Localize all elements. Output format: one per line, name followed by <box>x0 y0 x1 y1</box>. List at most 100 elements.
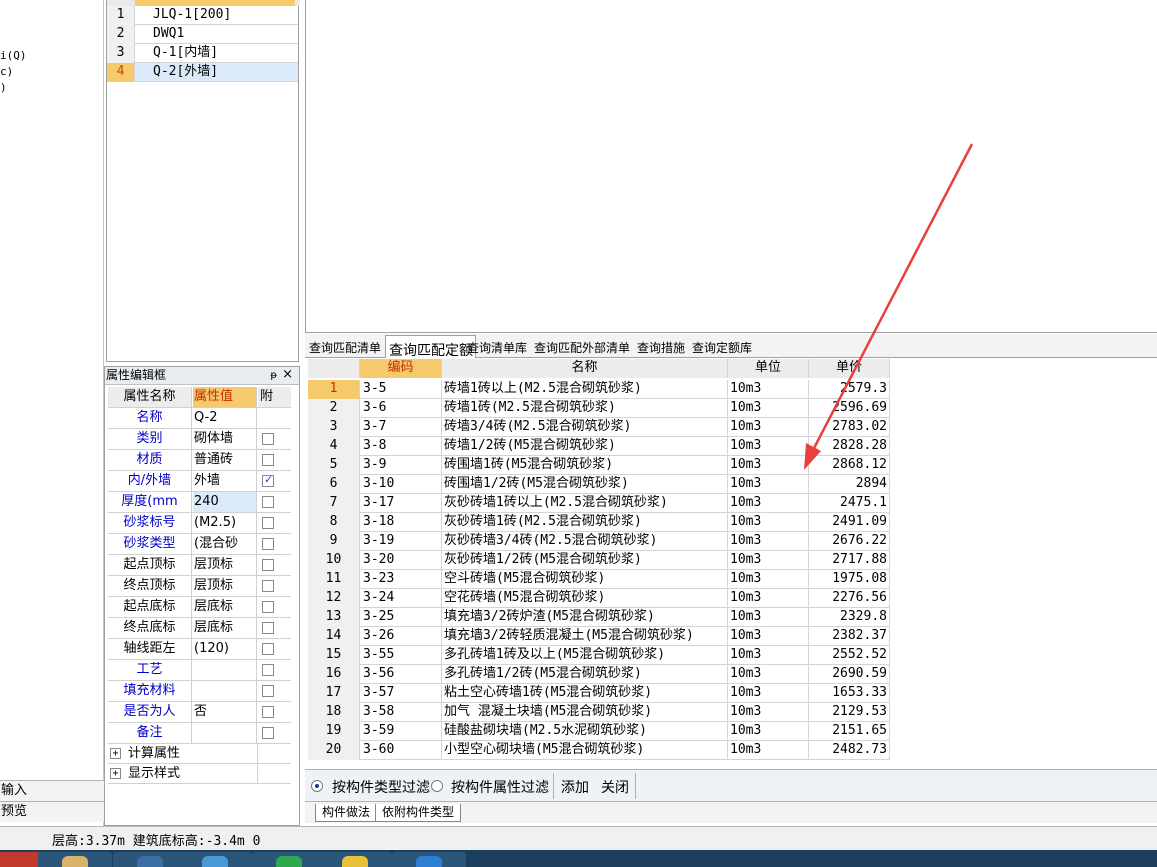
price-column-header[interactable]: 单价 <box>809 359 890 378</box>
property-value-field[interactable]: (混合砂 <box>193 534 257 554</box>
table-row[interactable]: 14 3-26 填充墙3/2砖轻质混凝土(M5混合砌筑砂浆) 10m3 2382.37 <box>308 627 890 646</box>
expand-icon[interactable]: + <box>110 748 121 759</box>
attach-checkbox[interactable] <box>262 664 274 676</box>
property-value-field[interactable]: 层顶标 <box>193 576 257 596</box>
property-row[interactable]: 起点顶标 层顶标 <box>108 555 291 576</box>
drawing-area[interactable] <box>305 0 1157 333</box>
tab-query-quota-library[interactable]: 查询定额库 <box>692 339 752 356</box>
table-row[interactable]: 20 3-60 小型空心砌块墙(M5混合砌筑砂浆) 10m3 2482.73 <box>308 741 890 760</box>
input-row[interactable]: 输入 <box>0 780 104 801</box>
taskbar-app-button[interactable] <box>318 852 392 867</box>
property-value-field[interactable]: Q-2 <box>193 408 257 428</box>
property-row[interactable]: 是否为人否 <box>108 702 291 723</box>
tab-attached-component-type[interactable]: 依附构件类型 <box>375 804 462 822</box>
close-button[interactable]: 关闭 <box>601 777 629 797</box>
property-value-field[interactable]: (120) <box>193 639 257 659</box>
attach-checkbox[interactable] <box>262 538 274 550</box>
table-row[interactable]: 8 3-18 灰砂砖墙1砖(M2.5混合砌筑砂浆) 10m3 2491.09 <box>308 513 890 532</box>
table-row[interactable]: 13 3-25 填充墙3/2砖炉渣(M5混合砌筑砂浆) 10m3 2329.8 <box>308 608 890 627</box>
tab-query-external-bill[interactable]: 查询匹配外部清单 <box>534 339 630 356</box>
name-column-header[interactable]: 名称 <box>442 359 728 378</box>
attach-checkbox[interactable] <box>262 580 274 592</box>
property-row[interactable]: 工艺 <box>108 660 291 681</box>
preview-row[interactable]: 预览 <box>0 801 104 822</box>
filter-by-type-radio[interactable] <box>311 780 323 792</box>
property-value-field[interactable]: 层顶标 <box>193 555 257 575</box>
attach-checkbox[interactable] <box>262 706 274 718</box>
property-row[interactable]: 内/外墙 外墙 <box>108 471 291 492</box>
table-row[interactable]: 18 3-58 加气 混凝土块墙(M5混合砌筑砂浆) 10m3 2129.53 <box>308 703 890 722</box>
filter-by-attribute-radio[interactable] <box>431 780 443 792</box>
property-row[interactable]: 填充材料 <box>108 681 291 702</box>
taskbar-app-button[interactable] <box>392 852 466 867</box>
attach-checkbox[interactable] <box>262 433 274 445</box>
table-row[interactable]: 17 3-57 粘土空心砖墙1砖(M5混合砌筑砂浆) 10m3 1653.33 <box>308 684 890 703</box>
component-list-item[interactable]: 3 Q-1[内墙] <box>107 44 298 63</box>
property-value-field[interactable]: 外墙 <box>193 471 257 491</box>
table-row[interactable]: 15 3-55 多孔砖墙1砖及以上(M5混合砌筑砂浆) 10m3 2552.52 <box>308 646 890 665</box>
close-icon[interactable]: × <box>282 366 293 383</box>
property-value-field[interactable]: 240 <box>193 492 257 512</box>
property-value-field[interactable] <box>193 681 257 701</box>
property-value-field[interactable] <box>193 660 257 680</box>
tab-query-match-bill[interactable]: 查询匹配清单 <box>309 339 381 356</box>
attach-checkbox[interactable] <box>262 727 274 739</box>
property-value-field[interactable]: 砌体墙 <box>193 429 257 449</box>
component-list-item[interactable]: 4 Q-2[外墙] <box>107 63 298 82</box>
property-row[interactable]: 备注 <box>108 723 291 744</box>
property-group-row[interactable]: + 显示样式 <box>108 764 291 784</box>
attach-checkbox[interactable] <box>262 496 274 508</box>
attach-checkbox[interactable] <box>262 517 274 529</box>
property-value-field[interactable]: 层底标 <box>193 618 257 638</box>
table-row[interactable]: 16 3-56 多孔砖墙1/2砖(M5混合砌筑砂浆) 10m3 2690.59 <box>308 665 890 684</box>
table-row[interactable]: 4 3-8 砖墙1/2砖(M5混合砌筑砂浆) 10m3 2828.28 <box>308 437 890 456</box>
property-row[interactable]: 类别 砌体墙 <box>108 429 291 450</box>
attach-checkbox[interactable] <box>262 643 274 655</box>
tab-query-bill-library[interactable]: 查询清单库 <box>467 339 527 356</box>
property-row[interactable]: 砂浆标号 (M2.5) <box>108 513 291 534</box>
property-row[interactable]: 名称 Q-2 <box>108 408 291 429</box>
property-row[interactable]: 终点顶标 层顶标 <box>108 576 291 597</box>
attach-checkbox[interactable] <box>262 473 274 487</box>
property-row[interactable]: 终点底标 层底标 <box>108 618 291 639</box>
tab-query-measures[interactable]: 查询措施 <box>637 339 685 356</box>
filter-by-attribute-label[interactable]: 按构件属性过滤 <box>451 777 549 797</box>
table-row[interactable]: 7 3-17 灰砂砖墙1砖以上(M2.5混合砌筑砂浆) 10m3 2475.1 <box>308 494 890 513</box>
attach-checkbox[interactable] <box>262 685 274 697</box>
property-group-row[interactable]: + 计算属性 <box>108 744 291 764</box>
table-row[interactable]: 11 3-23 空斗砖墙(M5混合砌筑砂浆) 10m3 1975.08 <box>308 570 890 589</box>
table-row[interactable]: 3 3-7 砖墙3/4砖(M2.5混合砌筑砂浆) 10m3 2783.02 <box>308 418 890 437</box>
expand-icon[interactable]: + <box>110 768 121 779</box>
taskbar-app-button[interactable] <box>252 852 326 867</box>
table-row[interactable]: 1 3-5 砖墙1砖以上(M2.5混合砌筑砂浆) 10m3 2579.3 <box>308 380 890 399</box>
taskbar-app-button[interactable] <box>38 852 112 867</box>
property-row[interactable]: 厚度(mm 240 <box>108 492 291 513</box>
property-value-field[interactable]: 层底标 <box>193 597 257 617</box>
pin-icon[interactable]: ᵽ <box>270 367 277 384</box>
table-row[interactable]: 2 3-6 砖墙1砖(M2.5混合砌筑砂浆) 10m3 2596.69 <box>308 399 890 418</box>
table-row[interactable]: 9 3-19 灰砂砖墙3/4砖(M2.5混合砌筑砂浆) 10m3 2676.22 <box>308 532 890 551</box>
component-list-item[interactable]: 1 JLQ-1[200] <box>107 6 298 25</box>
filter-by-type-label[interactable]: 按构件类型过滤 <box>332 777 430 797</box>
property-row[interactable]: 砂浆类型 (混合砂 <box>108 534 291 555</box>
code-column-header[interactable]: 编码 <box>360 359 442 378</box>
table-row[interactable]: 5 3-9 砖围墙1砖(M5混合砌筑砂浆) 10m3 2868.12 <box>308 456 890 475</box>
add-button[interactable]: 添加 <box>561 777 589 797</box>
taskbar-app-button[interactable] <box>113 852 187 867</box>
table-row[interactable]: 6 3-10 砖围墙1/2砖(M5混合砌筑砂浆) 10m3 2894 <box>308 475 890 494</box>
unit-column-header[interactable]: 单位 <box>728 359 809 378</box>
tab-component-method[interactable]: 构件做法 <box>315 804 378 822</box>
attach-checkbox[interactable] <box>262 559 274 571</box>
attach-checkbox[interactable] <box>262 601 274 613</box>
property-value-field[interactable] <box>193 723 257 743</box>
property-value-field[interactable]: 否 <box>193 702 257 722</box>
property-row[interactable]: 起点底标 层底标 <box>108 597 291 618</box>
component-list-item[interactable]: 2 DWQ1 <box>107 25 298 44</box>
taskbar-app-button[interactable] <box>178 852 252 867</box>
attach-checkbox[interactable] <box>262 622 274 634</box>
property-value-field[interactable]: (M2.5) <box>193 513 257 533</box>
property-row[interactable]: 材质 普通砖 <box>108 450 291 471</box>
table-row[interactable]: 19 3-59 硅酸盐砌块墙(M2.5水泥砌筑砂浆) 10m3 2151.65 <box>308 722 890 741</box>
property-row[interactable]: 轴线距左 (120) <box>108 639 291 660</box>
property-value-field[interactable]: 普通砖 <box>193 450 257 470</box>
